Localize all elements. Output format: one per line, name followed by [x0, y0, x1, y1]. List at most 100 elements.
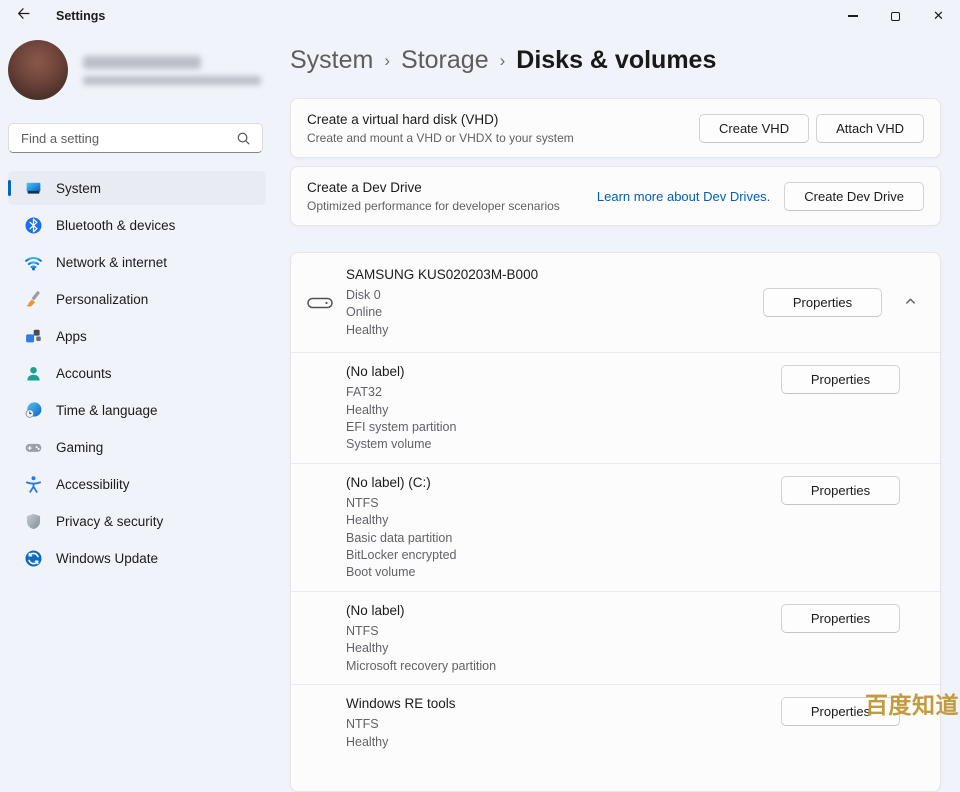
- maximize-button[interactable]: [874, 0, 917, 32]
- user-profile[interactable]: [8, 40, 261, 100]
- sidebar-nav: System Bluetooth & devices Network & int…: [8, 171, 266, 578]
- sidebar-item-label: Gaming: [56, 440, 103, 455]
- apps-icon: [24, 327, 43, 346]
- breadcrumb-storage[interactable]: Storage: [401, 46, 489, 75]
- page-title: Disks & volumes: [516, 46, 716, 75]
- breadcrumb-system[interactable]: System: [290, 46, 373, 75]
- volume-name: (No label) (C:): [346, 474, 456, 492]
- watermark: 百度知道: [865, 686, 959, 720]
- dev-drive-learn-more-link[interactable]: Learn more about Dev Drives.: [597, 189, 770, 204]
- bluetooth-icon: [24, 216, 43, 235]
- hard-disk-icon: [307, 295, 333, 311]
- privacy-security-icon: [24, 512, 43, 531]
- volume-detail: NTFS: [346, 495, 456, 512]
- back-button[interactable]: [4, 2, 42, 30]
- volume-properties-button[interactable]: Properties: [781, 604, 900, 633]
- search-input[interactable]: [9, 131, 236, 146]
- vhd-card-title: Create a virtual hard disk (VHD): [307, 112, 574, 127]
- disk-row: SAMSUNG KUS020203M-B000 Disk 0 Online He…: [291, 253, 940, 352]
- volume-properties-button[interactable]: Properties: [781, 365, 900, 394]
- vhd-card: Create a virtual hard disk (VHD) Create …: [290, 98, 941, 158]
- selected-indicator: [8, 180, 11, 196]
- dev-drive-card-title: Create a Dev Drive: [307, 180, 560, 195]
- accounts-icon: [24, 364, 43, 383]
- sidebar: System Bluetooth & devices Network & int…: [0, 32, 280, 722]
- sidebar-item-apps[interactable]: Apps: [8, 319, 266, 353]
- system-icon: [24, 179, 43, 198]
- volume-name: (No label): [346, 363, 456, 381]
- sidebar-item-label: Time & language: [56, 403, 158, 418]
- sidebar-item-windows-update[interactable]: Windows Update: [8, 541, 266, 575]
- sidebar-item-bluetooth-devices[interactable]: Bluetooth & devices: [8, 208, 266, 242]
- personalization-icon: [24, 290, 43, 309]
- volume-detail: Boot volume: [346, 564, 456, 581]
- volume-detail: Microsoft recovery partition: [346, 658, 496, 675]
- sidebar-item-label: Network & internet: [56, 255, 167, 270]
- chevron-up-icon: [904, 295, 917, 311]
- sidebar-item-label: Accessibility: [56, 477, 130, 492]
- chevron-right-icon: ›: [384, 51, 390, 71]
- volume-properties-button[interactable]: Properties: [781, 476, 900, 505]
- disk-detail: Online: [346, 304, 538, 321]
- volume-detail: NTFS: [346, 623, 496, 640]
- sidebar-item-gaming[interactable]: Gaming: [8, 430, 266, 464]
- window-controls: ✕: [831, 0, 960, 32]
- network-icon: [24, 253, 43, 272]
- volume-detail: EFI system partition: [346, 419, 456, 436]
- dev-drive-card-subtitle: Optimized performance for developer scen…: [307, 199, 560, 213]
- sidebar-item-label: System: [56, 181, 101, 196]
- vhd-card-subtitle: Create and mount a VHD or VHDX to your s…: [307, 131, 574, 145]
- volume-detail: NTFS: [346, 716, 456, 733]
- sidebar-item-accounts[interactable]: Accounts: [8, 356, 266, 390]
- volume-detail: Healthy: [346, 734, 456, 751]
- sidebar-item-personalization[interactable]: Personalization: [8, 282, 266, 316]
- back-arrow-icon: [16, 6, 31, 26]
- time-language-icon: [24, 401, 43, 420]
- sidebar-item-time-language[interactable]: Time & language: [8, 393, 266, 427]
- sidebar-item-accessibility[interactable]: Accessibility: [8, 467, 266, 501]
- volume-name: Windows RE tools: [346, 695, 456, 713]
- search-icon[interactable]: [236, 131, 262, 146]
- close-button[interactable]: ✕: [917, 0, 960, 32]
- volume-detail: Healthy: [346, 402, 456, 419]
- volume-detail: FAT32: [346, 384, 456, 401]
- attach-vhd-button[interactable]: Attach VHD: [816, 114, 924, 143]
- windows-update-icon: [24, 549, 43, 568]
- volume-row-recovery: (No label) NTFS Healthy Microsoft recove…: [291, 592, 940, 684]
- sidebar-item-label: Apps: [56, 329, 87, 344]
- breadcrumb: System › Storage › Disks & volumes: [290, 46, 941, 82]
- volume-detail: System volume: [346, 436, 456, 453]
- sidebar-item-label: Personalization: [56, 292, 148, 307]
- minimize-button[interactable]: [831, 0, 874, 32]
- main-content: System › Storage › Disks & volumes Creat…: [280, 32, 960, 722]
- sidebar-item-system[interactable]: System: [8, 171, 266, 205]
- maximize-icon: [891, 12, 900, 21]
- disk-properties-button[interactable]: Properties: [763, 288, 882, 317]
- titlebar: Settings ✕: [0, 0, 960, 32]
- gaming-icon: [24, 438, 43, 457]
- volume-detail: Basic data partition: [346, 530, 456, 547]
- sidebar-item-label: Windows Update: [56, 551, 158, 566]
- user-name-blurred: [83, 56, 201, 69]
- disk-detail: Healthy: [346, 322, 538, 339]
- sidebar-item-network-internet[interactable]: Network & internet: [8, 245, 266, 279]
- close-icon: ✕: [933, 9, 944, 24]
- create-vhd-button[interactable]: Create VHD: [699, 114, 809, 143]
- create-dev-drive-button[interactable]: Create Dev Drive: [784, 182, 924, 211]
- disk-name: SAMSUNG KUS020203M-B000: [346, 266, 538, 284]
- minimize-icon: [848, 15, 858, 16]
- volume-row-c-drive: (No label) (C:) NTFS Healthy Basic data …: [291, 464, 940, 591]
- sidebar-item-label: Accounts: [56, 366, 112, 381]
- sidebar-item-privacy-security[interactable]: Privacy & security: [8, 504, 266, 538]
- disk-card: SAMSUNG KUS020203M-B000 Disk 0 Online He…: [290, 252, 941, 792]
- accessibility-icon: [24, 475, 43, 494]
- volume-detail: BitLocker encrypted: [346, 547, 456, 564]
- sidebar-item-label: Bluetooth & devices: [56, 218, 175, 233]
- avatar: [8, 40, 68, 100]
- profile-text-blurred: [83, 56, 261, 85]
- volume-name: (No label): [346, 602, 496, 620]
- volume-detail: Healthy: [346, 512, 456, 529]
- search-box[interactable]: [8, 123, 263, 153]
- collapse-disk-button[interactable]: [899, 292, 921, 314]
- disk-detail: Disk 0: [346, 287, 538, 304]
